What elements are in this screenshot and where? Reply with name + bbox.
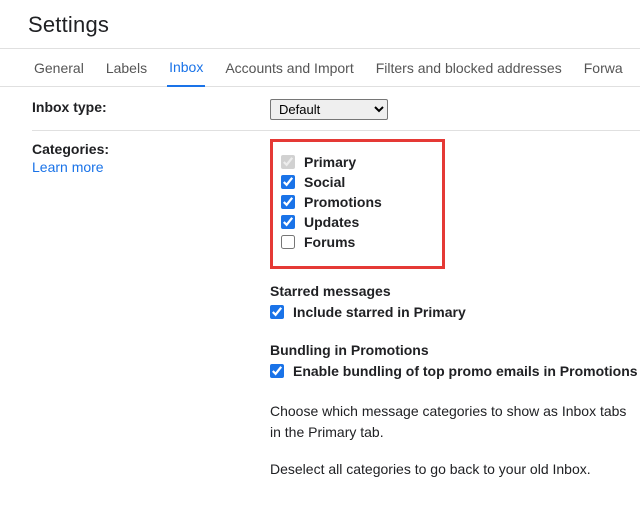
categories-label: Categories:	[32, 141, 109, 157]
bundling-label: Enable bundling of top promo emails in P…	[293, 363, 638, 379]
category-row-forums: Forums	[281, 232, 382, 252]
bundling-row: Enable bundling of top promo emails in P…	[270, 361, 640, 381]
inbox-type-label: Inbox type:	[32, 99, 270, 115]
row-categories: Categories: Learn more Primary Social Pr…	[32, 137, 640, 486]
row-divider	[32, 130, 640, 131]
inbox-type-control: Default	[270, 99, 640, 120]
tab-general[interactable]: General	[32, 50, 86, 86]
tab-inbox[interactable]: Inbox	[167, 49, 205, 87]
tab-labels[interactable]: Labels	[104, 50, 149, 86]
row-inbox-type: Inbox type: Default	[32, 93, 640, 126]
starred-row: Include starred in Primary	[270, 302, 640, 322]
learn-more-link[interactable]: Learn more	[32, 159, 104, 175]
page-title: Settings	[0, 0, 640, 48]
categories-control: Primary Social Promotions Updates Forums	[270, 141, 640, 480]
category-row-primary: Primary	[281, 152, 382, 172]
bundling-heading: Bundling in Promotions	[270, 342, 640, 358]
category-label-social: Social	[304, 174, 345, 190]
categories-highlight-box: Primary Social Promotions Updates Forums	[270, 139, 445, 269]
checkbox-forums[interactable]	[281, 235, 295, 249]
category-row-social: Social	[281, 172, 382, 192]
categories-label-col: Categories: Learn more	[32, 141, 270, 175]
checkbox-social[interactable]	[281, 175, 295, 189]
category-label-promotions: Promotions	[304, 194, 382, 210]
tabs-bar: General Labels Inbox Accounts and Import…	[0, 49, 640, 87]
description-1: Choose which message categories to show …	[270, 401, 630, 443]
settings-body: Inbox type: Default Categories: Learn mo…	[0, 87, 640, 486]
tab-accounts-import[interactable]: Accounts and Import	[223, 50, 355, 86]
starred-label: Include starred in Primary	[293, 304, 466, 320]
checkbox-bundling[interactable]	[270, 364, 284, 378]
category-label-updates: Updates	[304, 214, 359, 230]
category-label-primary: Primary	[304, 154, 356, 170]
checkbox-primary	[281, 155, 295, 169]
tab-filters-blocked[interactable]: Filters and blocked addresses	[374, 50, 564, 86]
checkbox-starred[interactable]	[270, 305, 284, 319]
starred-heading: Starred messages	[270, 283, 640, 299]
category-row-updates: Updates	[281, 212, 382, 232]
category-label-forums: Forums	[304, 234, 355, 250]
checkbox-promotions[interactable]	[281, 195, 295, 209]
tab-forwarding[interactable]: Forwa	[582, 50, 625, 86]
description-2: Deselect all categories to go back to yo…	[270, 459, 630, 480]
inbox-type-select[interactable]: Default	[270, 99, 388, 120]
category-row-promotions: Promotions	[281, 192, 382, 212]
checkbox-updates[interactable]	[281, 215, 295, 229]
